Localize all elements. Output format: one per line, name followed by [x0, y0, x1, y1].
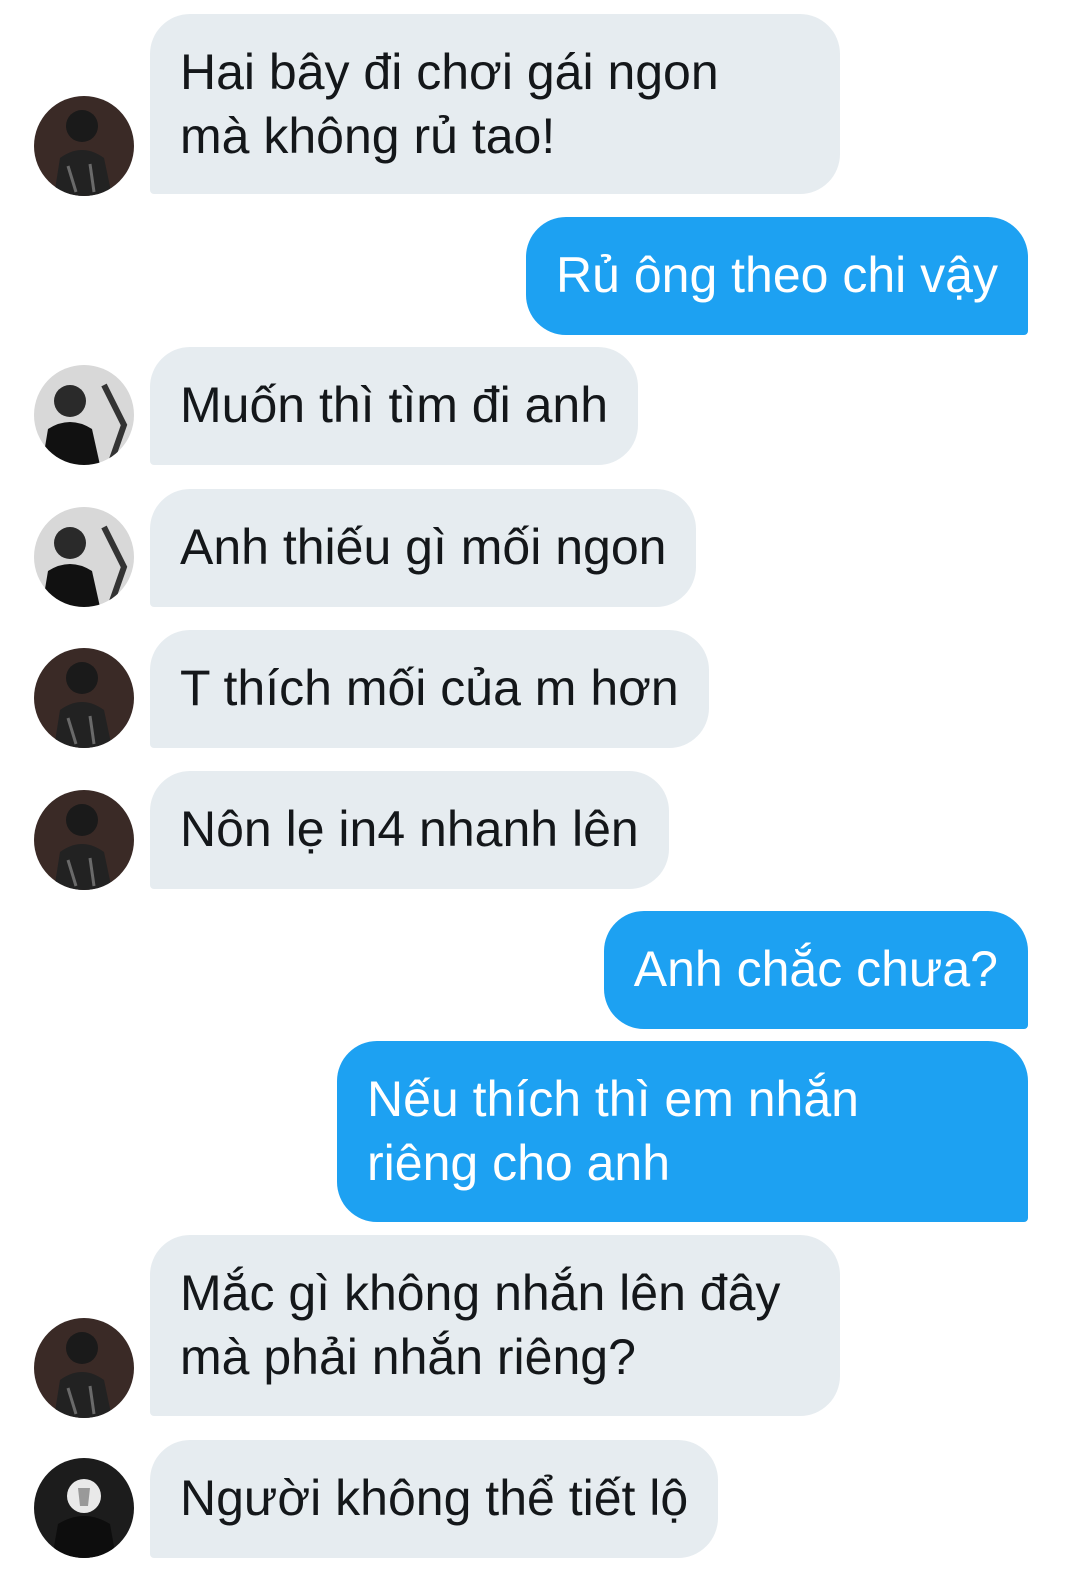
- message-text: Rủ ông theo chi vậy: [556, 247, 998, 303]
- message-bubble[interactable]: Muốn thì tìm đi anh: [150, 347, 639, 465]
- message-text: Mắc gì không nhắn lên đây: [180, 1265, 781, 1321]
- person-photo-icon: [34, 507, 134, 607]
- message-bubble[interactable]: Hai bây đi chơi gái ngon mà không rủ tao…: [150, 14, 840, 194]
- user-avatar[interactable]: [34, 648, 134, 748]
- message-text: riêng cho anh: [367, 1135, 671, 1191]
- user-avatar[interactable]: [34, 365, 134, 465]
- person-photo-icon: [34, 96, 134, 196]
- person-photo-icon: [34, 648, 134, 748]
- message-bubble[interactable]: Nếu thích thì em nhắn riêng cho anh: [337, 1041, 1028, 1222]
- user-avatar[interactable]: [34, 1318, 134, 1418]
- message-text: Nếu thích thì em nhắn: [367, 1071, 859, 1127]
- person-photo-icon: [34, 1458, 134, 1558]
- message-bubble[interactable]: T thích mối của m hơn: [150, 630, 709, 748]
- message-text: Muốn thì tìm đi anh: [180, 377, 609, 433]
- message-text: Anh thiếu gì mối ngon: [180, 519, 667, 575]
- user-avatar[interactable]: [34, 790, 134, 890]
- message-bubble[interactable]: Rủ ông theo chi vậy: [526, 217, 1028, 335]
- message-bubble[interactable]: Anh chắc chưa?: [603, 911, 1028, 1029]
- message-text: Nôn lẹ in4 nhanh lên: [180, 801, 639, 857]
- user-avatar[interactable]: [34, 507, 134, 607]
- message-text: mà phải nhắn riêng?: [180, 1329, 636, 1385]
- message-text: Người không thể tiết lộ: [180, 1470, 689, 1526]
- message-bubble[interactable]: Người không thể tiết lộ: [150, 1440, 719, 1558]
- message-text: Anh chắc chưa?: [633, 941, 998, 997]
- person-photo-icon: [34, 1318, 134, 1418]
- person-photo-icon: [34, 365, 134, 465]
- message-text: Hai bây đi chơi gái ngon: [180, 44, 719, 100]
- user-avatar[interactable]: [34, 96, 134, 196]
- message-bubble[interactable]: Anh thiếu gì mối ngon: [150, 489, 697, 607]
- message-bubble[interactable]: Mắc gì không nhắn lên đây mà phải nhắn r…: [150, 1235, 840, 1416]
- user-avatar[interactable]: [34, 1458, 134, 1558]
- person-photo-icon: [34, 790, 134, 890]
- message-text: T thích mối của m hơn: [180, 660, 679, 716]
- message-text: mà không rủ tao!: [180, 108, 556, 164]
- message-bubble[interactable]: Nôn lẹ in4 nhanh lên: [150, 771, 669, 889]
